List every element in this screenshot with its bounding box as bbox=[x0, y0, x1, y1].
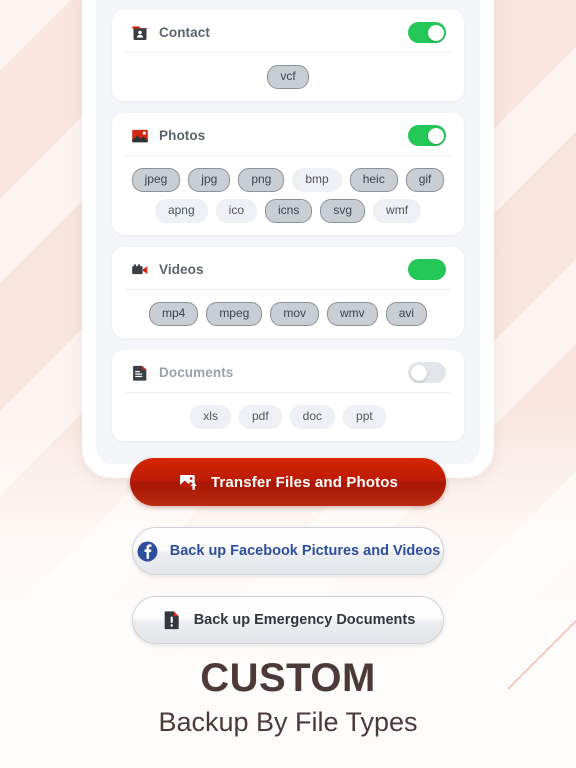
category-card-videos: Videos mp4 mpeg mov wmv avi bbox=[112, 247, 464, 338]
page-title: CUSTOM bbox=[200, 656, 376, 700]
file-type-chip-heic[interactable]: heic bbox=[349, 168, 398, 192]
toggle-knob bbox=[427, 127, 444, 144]
phone-frame: Contact vcf Photos jpeg jpg png bmp heic gif apng… bbox=[82, 0, 494, 478]
file-type-chip-jpeg[interactable]: jpeg bbox=[131, 168, 181, 192]
video-camera-icon bbox=[132, 263, 148, 274]
file-type-chip-row-documents: xls pdf doc ppt bbox=[112, 393, 464, 431]
category-header-documents: Documents bbox=[112, 350, 464, 392]
file-type-chip-xls[interactable]: xls bbox=[190, 405, 231, 429]
toggle-contact[interactable] bbox=[408, 22, 446, 43]
headline-block: CUSTOM Backup By File Types bbox=[0, 655, 576, 739]
file-type-chip-mp4[interactable]: mp4 bbox=[148, 302, 199, 326]
file-type-chip-ico[interactable]: ico bbox=[215, 199, 257, 223]
file-type-chip-icns[interactable]: icns bbox=[265, 199, 313, 223]
file-type-chip-svg[interactable]: svg bbox=[320, 199, 366, 223]
file-type-chip-row-photos: jpeg jpg png bmp heic gif apng ico icns svg wmf bbox=[112, 156, 464, 225]
category-card-photos: Photos jpeg jpg png bmp heic gif apng ico icns svg… bbox=[112, 113, 464, 235]
facebook-button-label: Back up Facebook Pictures and Videos bbox=[169, 543, 441, 559]
document-lines-icon bbox=[133, 365, 147, 381]
toggle-videos[interactable] bbox=[408, 259, 446, 280]
photo-image-icon bbox=[132, 129, 148, 142]
category-list[interactable]: Contact vcf Photos jpeg jpg png bmp heic gif apng… bbox=[96, 0, 480, 464]
category-card-documents: Documents xls pdf doc ppt bbox=[112, 350, 464, 441]
file-type-chip-mov[interactable]: mov bbox=[270, 302, 320, 326]
transfer-button[interactable]: Transfer Files and Photos bbox=[130, 458, 446, 506]
toggle-documents[interactable] bbox=[408, 362, 446, 383]
file-type-chip-doc[interactable]: doc bbox=[289, 405, 336, 429]
facebook-icon bbox=[137, 541, 158, 561]
category-header-contact: Contact bbox=[112, 10, 464, 52]
emergency-button[interactable]: Back up Emergency Documents bbox=[132, 596, 444, 644]
category-label-documents: Documents bbox=[159, 365, 234, 380]
file-type-chip-wmf[interactable]: wmf bbox=[373, 199, 422, 223]
action-button-group: Transfer Files and Photos Back up Faceboo… bbox=[0, 458, 576, 665]
file-type-chip-pdf[interactable]: pdf bbox=[238, 405, 282, 429]
file-type-chip-row-videos: mp4 mpeg mov wmv avi bbox=[112, 290, 464, 328]
file-type-chip-gif[interactable]: gif bbox=[405, 168, 445, 192]
category-label-videos: Videos bbox=[159, 262, 204, 277]
toggle-knob bbox=[427, 24, 444, 41]
emergency-button-label: Back up Emergency Documents bbox=[193, 612, 416, 628]
file-type-chip-jpg[interactable]: jpg bbox=[188, 168, 231, 192]
file-type-chip-mpeg[interactable]: mpeg bbox=[206, 302, 263, 326]
page-subtitle: Backup By File Types bbox=[158, 707, 418, 737]
category-header-videos: Videos bbox=[112, 247, 464, 289]
emergency-document-icon bbox=[164, 611, 179, 630]
file-type-chip-vcf[interactable]: vcf bbox=[267, 65, 309, 89]
toggle-photos[interactable] bbox=[408, 125, 446, 146]
category-label-photos: Photos bbox=[159, 128, 206, 143]
category-header-photos: Photos bbox=[112, 113, 464, 155]
file-type-chip-row-contact: vcf bbox=[112, 53, 464, 91]
file-type-chip-bmp[interactable]: bmp bbox=[292, 168, 342, 192]
contact-card-icon bbox=[132, 25, 148, 40]
file-type-chip-wmv[interactable]: wmv bbox=[327, 302, 378, 326]
file-type-chip-apng[interactable]: apng bbox=[154, 199, 208, 223]
image-upload-icon bbox=[179, 475, 197, 490]
category-label-contact: Contact bbox=[159, 25, 210, 40]
file-type-chip-ppt[interactable]: ppt bbox=[343, 405, 386, 429]
phone-screen: Contact vcf Photos jpeg jpg png bmp heic gif apng… bbox=[96, 0, 480, 464]
toggle-knob bbox=[410, 364, 427, 381]
file-type-chip-png[interactable]: png bbox=[238, 168, 285, 192]
transfer-button-label: Transfer Files and Photos bbox=[210, 473, 399, 491]
facebook-button[interactable]: Back up Facebook Pictures and Videos bbox=[132, 527, 444, 575]
category-card-contact: Contact vcf bbox=[112, 10, 464, 101]
file-type-chip-avi[interactable]: avi bbox=[385, 302, 428, 326]
